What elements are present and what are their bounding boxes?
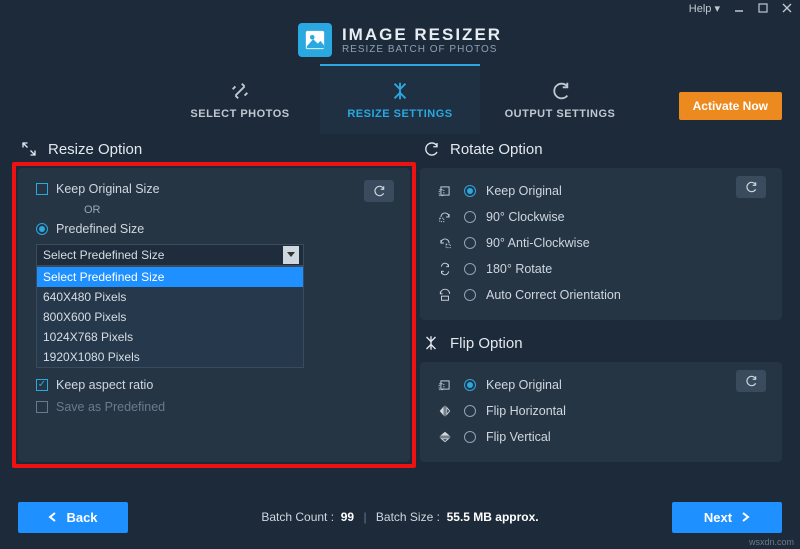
dropdown-option[interactable]: Select Predefined Size xyxy=(37,267,303,287)
back-button[interactable]: Back xyxy=(18,502,128,533)
flip-section-header: Flip Option xyxy=(420,334,782,352)
flip-v-icon xyxy=(436,430,454,444)
or-divider: OR xyxy=(84,204,392,216)
next-button[interactable]: Next xyxy=(672,502,782,533)
rotate-90-acw[interactable]: 90° Anti-Clockwise xyxy=(436,230,766,256)
tab-output-settings[interactable]: OUTPUT SETTINGS xyxy=(480,64,640,134)
app-subtitle: RESIZE BATCH OF PHOTOS xyxy=(342,45,502,55)
flip-panel: Keep Original Flip Horizontal Flip Verti… xyxy=(420,362,782,462)
rotate-auto-correct[interactable]: Auto Correct Orientation xyxy=(436,282,766,308)
flip-h-icon xyxy=(436,404,454,418)
close-button[interactable] xyxy=(782,3,792,13)
footer-bar: Back Batch Count : 99 | Batch Size : 55.… xyxy=(0,497,800,537)
dropdown-option[interactable]: 640X480 Pixels xyxy=(37,287,303,307)
rotate-cw-icon xyxy=(436,210,454,224)
rotate-keep-original[interactable]: Keep Original xyxy=(436,178,766,204)
flip-horizontal[interactable]: Flip Horizontal xyxy=(436,398,766,424)
activate-now-button[interactable]: Activate Now xyxy=(679,92,782,120)
watermark: wsxdn.com xyxy=(749,537,794,547)
reset-flip-button[interactable] xyxy=(736,370,766,392)
batch-info: Batch Count : 99 | Batch Size : 55.5 MB … xyxy=(261,510,538,524)
rotate-90-cw[interactable]: 90° Clockwise xyxy=(436,204,766,230)
flip-keep-original[interactable]: Keep Original xyxy=(436,372,766,398)
resize-section-header: Resize Option xyxy=(18,140,410,158)
maximize-button[interactable] xyxy=(758,3,768,13)
dropdown-option[interactable]: 800X600 Pixels xyxy=(37,307,303,327)
app-logo-icon xyxy=(298,23,332,57)
save-as-predefined-checkbox[interactable]: Save as Predefined xyxy=(36,400,392,414)
rotate-180-icon xyxy=(436,262,454,276)
help-menu[interactable]: Help ▾ xyxy=(689,2,720,15)
keep-icon xyxy=(436,378,454,392)
rotate-180[interactable]: 180° Rotate xyxy=(436,256,766,282)
predefined-size-select[interactable]: Select Predefined Size xyxy=(36,244,304,266)
reset-resize-button[interactable] xyxy=(364,180,394,202)
predefined-size-dropdown-list: Select Predefined Size 640X480 Pixels 80… xyxy=(36,266,304,368)
chevron-down-icon xyxy=(283,246,299,264)
rotate-panel: Keep Original 90° Clockwise 90° Anti-Clo… xyxy=(420,168,782,320)
tab-bar: SELECT PHOTOS RESIZE SETTINGS OUTPUT SET… xyxy=(0,64,800,134)
tab-select-photos[interactable]: SELECT PHOTOS xyxy=(160,64,320,134)
resize-panel: Keep Original Size OR Predefined Size Se… xyxy=(18,168,410,462)
flip-vertical[interactable]: Flip Vertical xyxy=(436,424,766,450)
minimize-button[interactable] xyxy=(734,3,744,13)
auto-orient-icon xyxy=(436,288,454,302)
dropdown-option[interactable]: 1024X768 Pixels xyxy=(37,327,303,347)
keep-aspect-ratio-checkbox[interactable]: Keep aspect ratio xyxy=(36,378,392,392)
dropdown-option[interactable]: 1920X1080 Pixels xyxy=(37,347,303,367)
app-header: IMAGE RESIZER RESIZE BATCH OF PHOTOS xyxy=(0,16,800,64)
window-titlebar: Help ▾ xyxy=(0,0,800,16)
predefined-size-radio[interactable]: Predefined Size xyxy=(36,222,392,236)
keep-icon xyxy=(436,184,454,198)
rotate-acw-icon xyxy=(436,236,454,250)
app-title: IMAGE RESIZER xyxy=(342,26,502,43)
tab-resize-settings[interactable]: RESIZE SETTINGS xyxy=(320,64,480,134)
keep-original-size-checkbox[interactable]: Keep Original Size xyxy=(36,182,392,196)
rotate-section-header: Rotate Option xyxy=(420,140,782,158)
reset-rotate-button[interactable] xyxy=(736,176,766,198)
